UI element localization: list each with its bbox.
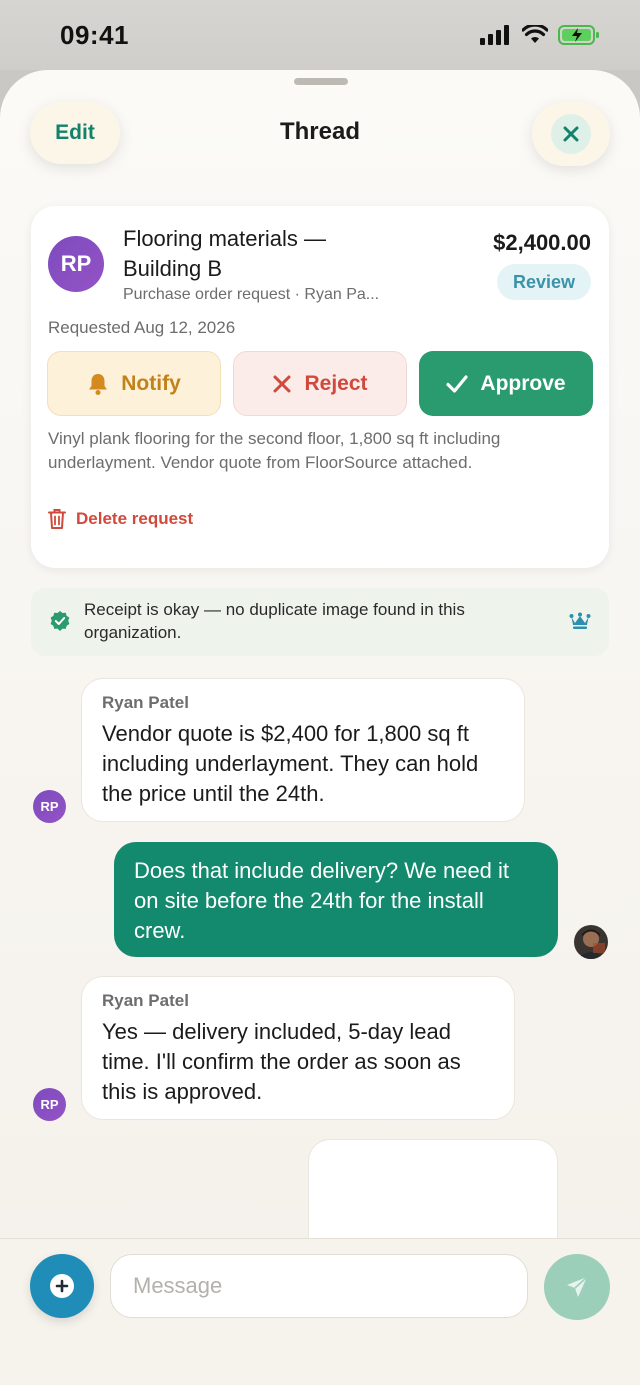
- message-bubble-incoming[interactable]: Ryan Patel Yes — delivery included, 5-da…: [81, 976, 515, 1120]
- composer-bar: [0, 1238, 640, 1385]
- signal-icon: [480, 25, 509, 45]
- receipt-check-text: Receipt is okay — no duplicate image fou…: [84, 600, 465, 642]
- crown-icon: [569, 612, 591, 629]
- verified-badge-icon: [50, 611, 70, 631]
- reject-label: Reject: [304, 371, 368, 395]
- message-bubble-attachment[interactable]: [308, 1139, 558, 1249]
- receipt-check-banner: Receipt is okay — no duplicate image fou…: [31, 588, 609, 656]
- plus-icon: [50, 1274, 74, 1298]
- trash-icon: [48, 509, 66, 529]
- message-bubble-outgoing[interactable]: Does that include delivery? We need it o…: [114, 842, 558, 957]
- reject-button[interactable]: Reject: [233, 351, 407, 416]
- avatar: [574, 925, 608, 959]
- avatar: RP: [33, 790, 66, 823]
- send-button[interactable]: [544, 1254, 610, 1320]
- thread-sheet: Edit Thread RP Flooring materials — Buil…: [0, 70, 640, 1385]
- wifi-icon: [522, 25, 548, 43]
- check-icon: [446, 374, 469, 393]
- request-amount: $2,400.00: [493, 230, 591, 255]
- message-text: Yes — delivery included, 5-day lead time…: [102, 1019, 461, 1104]
- request-description: Vinyl plank flooring for the second floo…: [48, 429, 501, 472]
- message-text: Vendor quote is $2,400 for 1,800 sq ft i…: [102, 721, 479, 806]
- approve-label: Approve: [480, 371, 566, 395]
- request-subtitle: Purchase order request · Ryan Pa...: [123, 286, 380, 303]
- close-icon: [551, 114, 591, 154]
- requester-avatar: RP: [48, 236, 104, 292]
- status-bar: 09:41: [0, 0, 640, 70]
- request-title: Flooring materials — Building B: [123, 226, 326, 281]
- sheet-grabber[interactable]: [294, 78, 348, 85]
- bell-icon: [89, 373, 108, 395]
- x-icon: [273, 375, 291, 392]
- status-time: 09:41: [60, 20, 129, 50]
- message-sender: Ryan Patel: [102, 991, 189, 1010]
- battery-charging-icon: [558, 25, 599, 45]
- status-badge: Review: [497, 264, 591, 300]
- delete-request-button[interactable]: Delete request: [48, 508, 193, 530]
- send-icon: [567, 1276, 588, 1297]
- message-bubble-incoming[interactable]: Ryan Patel Vendor quote is $2,400 for 1,…: [81, 678, 525, 822]
- status-icons: [480, 24, 600, 46]
- avatar: RP: [33, 1088, 66, 1121]
- requested-date: Requested Aug 12, 2026: [48, 318, 236, 337]
- approve-button[interactable]: Approve: [419, 351, 593, 416]
- request-card: RP Flooring materials — Building B Purch…: [31, 206, 609, 568]
- message-input[interactable]: [110, 1254, 528, 1318]
- message-sender: Ryan Patel: [102, 693, 189, 712]
- notify-button[interactable]: Notify: [47, 351, 221, 416]
- add-attachment-button[interactable]: [30, 1254, 94, 1318]
- notify-label: Notify: [121, 371, 181, 395]
- delete-request-label: Delete request: [76, 509, 194, 528]
- close-button[interactable]: [532, 102, 610, 166]
